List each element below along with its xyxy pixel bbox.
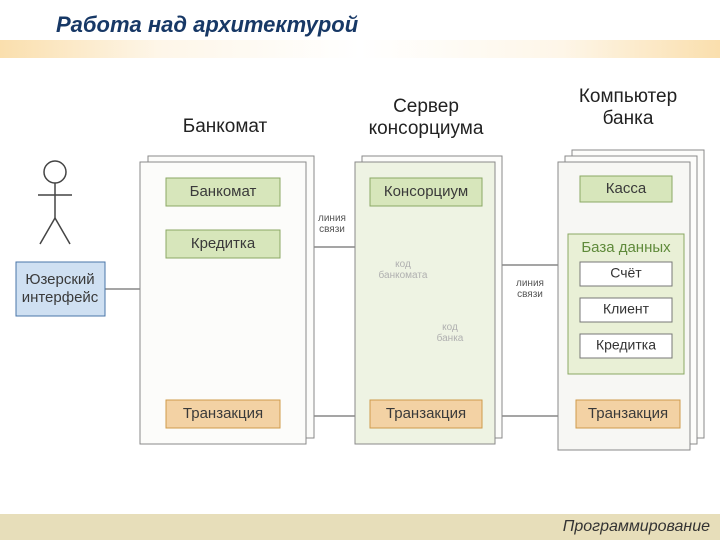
- node-tx-bank: Транзакция: [576, 400, 680, 428]
- svg-text:Компьютер: Компьютер: [579, 86, 677, 107]
- svg-text:банкомата: банкомата: [379, 269, 428, 281]
- architecture-diagram: Юзерский интерфейс Банкомат Банкомат Кре…: [0, 0, 720, 540]
- svg-text:связи: связи: [319, 224, 345, 235]
- svg-text:интерфейс: интерфейс: [22, 289, 99, 306]
- svg-text:банка: банка: [437, 332, 464, 344]
- node-cash: Касса: [580, 176, 672, 202]
- svg-text:Клиент: Клиент: [603, 301, 650, 317]
- node-tx-cons: Транзакция: [370, 400, 482, 428]
- svg-text:банка: банка: [603, 108, 654, 129]
- svg-text:Транзакция: Транзакция: [386, 405, 466, 422]
- svg-text:Транзакция: Транзакция: [183, 405, 263, 422]
- svg-text:База данных: База данных: [581, 239, 671, 256]
- svg-text:Кредитка: Кредитка: [191, 235, 256, 252]
- svg-text:связи: связи: [517, 289, 543, 300]
- node-database: База данных Счёт Клиент Кредитка: [568, 234, 684, 374]
- container-consortium: Сервер консорциума Консорциум код банком…: [355, 96, 502, 444]
- actor-icon: [38, 161, 72, 244]
- node-client: Клиент: [580, 298, 672, 322]
- node-consortium: Консорциум: [370, 178, 482, 206]
- svg-text:Кредитка: Кредитка: [596, 337, 656, 353]
- footer-label: Программирование: [563, 518, 710, 536]
- svg-text:консорциума: консорциума: [369, 118, 484, 139]
- svg-text:Касса: Касса: [606, 180, 647, 197]
- svg-text:Сервер: Сервер: [393, 96, 459, 117]
- node-ui: Юзерский интерфейс: [16, 262, 105, 316]
- footer: Программирование: [0, 514, 720, 540]
- node-tx-atm: Транзакция: [166, 400, 280, 428]
- svg-text:линия: линия: [318, 213, 346, 224]
- container-atm: Банкомат Банкомат Кредитка Транзакция: [140, 116, 314, 444]
- container-bank: Компьютер банка Касса База данных Счёт К…: [558, 86, 704, 450]
- svg-text:код: код: [442, 322, 458, 333]
- svg-text:Юзерский: Юзерский: [25, 271, 94, 288]
- svg-text:Банкомат: Банкомат: [190, 183, 257, 200]
- svg-text:линия: линия: [516, 278, 544, 289]
- svg-text:Транзакция: Транзакция: [588, 405, 668, 422]
- svg-text:Банкомат: Банкомат: [183, 116, 268, 137]
- node-account: Счёт: [580, 262, 672, 286]
- node-db-card: Кредитка: [580, 334, 672, 358]
- node-card: Кредитка: [166, 230, 280, 258]
- node-atm: Банкомат: [166, 178, 280, 206]
- svg-text:Счёт: Счёт: [610, 265, 642, 281]
- svg-text:Консорциум: Консорциум: [384, 183, 468, 200]
- svg-text:код: код: [395, 259, 411, 270]
